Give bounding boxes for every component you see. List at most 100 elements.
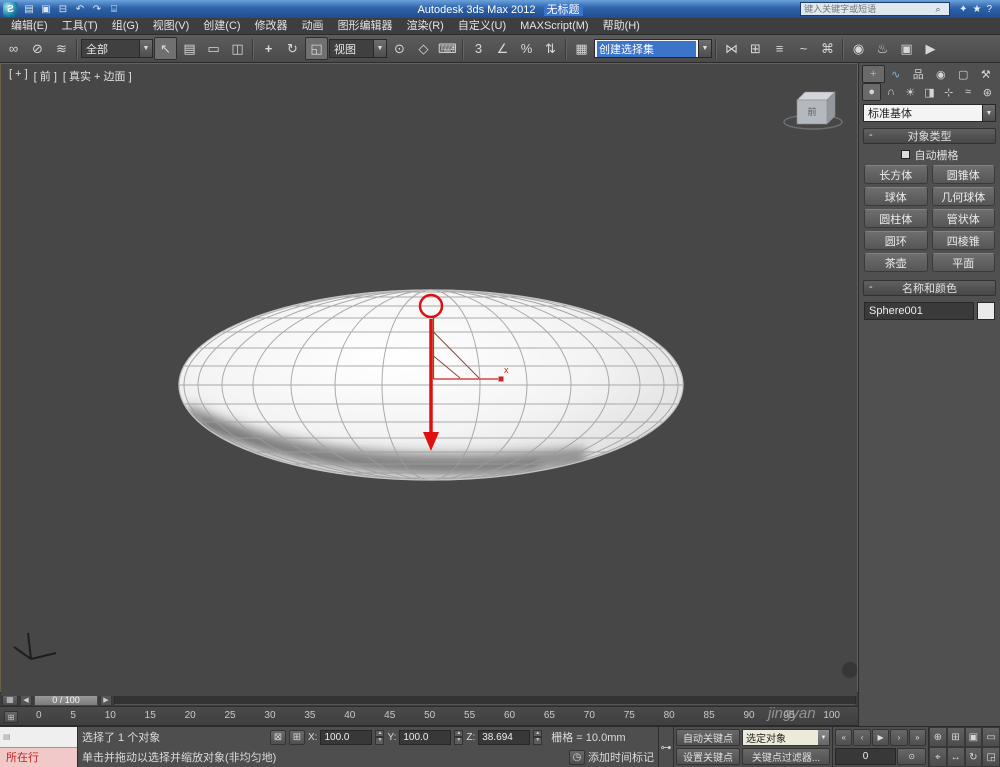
named-selection-set-dropdown[interactable]: 创建选择集 ▼ [594,39,712,58]
tab-motion-icon[interactable]: ◉ [930,65,953,83]
mirror-icon[interactable]: ⋈ [720,37,743,60]
new-scene-icon[interactable]: ▤ [22,4,36,15]
menu-animation[interactable]: 动画 [295,18,331,34]
mini-listener-script-row[interactable]: 所在行 [0,748,77,767]
track-bar-filter-icon[interactable]: ⊞ [4,711,18,723]
torus-button[interactable]: 圆环 [864,231,928,250]
percent-snap-icon[interactable]: % [515,37,538,60]
menu-customize[interactable]: 自定义(U) [451,18,513,34]
orbit-icon[interactable]: ↻ [965,747,983,767]
communication-center-icon[interactable]: ✦ [959,4,967,15]
zoom-icon[interactable]: ⊕ [929,727,947,747]
edit-named-selection-sets-icon[interactable]: ▦ [570,37,593,60]
y-coord-field[interactable]: 100.0 [399,730,451,745]
zoom-all-icon[interactable]: ⊞ [947,727,965,747]
select-and-move-icon[interactable]: + [257,37,280,60]
menu-views[interactable]: 视图(V) [146,18,197,34]
window-crossing-icon[interactable]: ◫ [226,37,249,60]
geosphere-button[interactable]: 几何球体 [932,187,996,206]
select-and-manipulate-icon[interactable]: ◇ [412,37,435,60]
key-filters-button[interactable]: 关键点过滤器... [742,748,830,765]
chevron-down-icon[interactable]: ▼ [139,40,152,57]
tab-create-icon[interactable]: + [862,65,885,83]
angle-snap-icon[interactable]: ∠ [491,37,514,60]
menu-maxscript[interactable]: MAXScript(M) [513,18,595,34]
unlink-selection-icon[interactable]: ⊘ [26,37,49,60]
tab-utilities-icon[interactable]: ⚒ [975,65,998,83]
tab-hierarchy-icon[interactable]: 品 [907,65,930,83]
select-and-scale-icon[interactable]: ◱ [305,37,328,60]
app-logo-icon[interactable]: Ƨ [3,2,18,17]
pan-icon[interactable]: ↔ [947,747,965,767]
current-frame-field[interactable]: 0 [835,748,896,765]
time-slider-track[interactable] [114,695,856,705]
tab-modify-icon[interactable]: ∿ [885,65,908,83]
viewport-canvas[interactable]: x 前 [1,64,857,696]
open-file-icon[interactable]: ▣ [39,4,53,15]
render-setup-icon[interactable]: ♨ [871,37,894,60]
menu-rendering[interactable]: 渲染(R) [400,18,451,34]
zoom-region-icon[interactable]: ▭ [982,727,1000,747]
shapes-icon[interactable]: ∩ [881,83,900,101]
material-editor-icon[interactable]: ◉ [847,37,870,60]
align-icon[interactable]: ⊞ [744,37,767,60]
select-and-rotate-icon[interactable]: ↻ [281,37,304,60]
track-bar[interactable]: ⊞ 05 1015 2025 3035 4045 5055 6065 7075 … [0,706,858,726]
selection-region-icon[interactable]: ▭ [202,37,225,60]
menu-tools[interactable]: 工具(T) [55,18,105,34]
favorites-icon[interactable]: ★ [972,4,981,15]
zoom-extents-icon[interactable]: ▣ [965,727,983,747]
helpers-icon[interactable]: ⊹ [939,83,958,101]
reference-coordinate-dropdown[interactable]: 视图 ▼ [329,39,387,58]
mini-listener-macro-row[interactable]: ▤ [0,727,77,748]
geometry-icon[interactable]: ● [862,83,881,101]
menu-graph-editors[interactable]: 图形编辑器 [331,18,400,34]
selection-lock-icon[interactable]: ⊠ [270,730,286,745]
absolute-mode-icon[interactable]: ⊞ [289,730,305,745]
x-spinner[interactable]: ▲▼ [375,730,384,745]
autogrid-checkbox[interactable] [901,150,910,159]
set-key-button[interactable]: 设置关键点 [676,748,740,765]
front-viewport[interactable]: x 前 [0,63,858,692]
layer-manager-icon[interactable]: ≡ [768,37,791,60]
render-production-icon[interactable]: ▶ [919,37,942,60]
space-warps-icon[interactable]: ≈ [958,83,977,101]
snaps-toggle-icon[interactable]: 3 [467,37,490,60]
spinner-snap-icon[interactable]: ⇅ [539,37,562,60]
menu-modifiers[interactable]: 修改器 [248,18,295,34]
field-of-view-icon[interactable]: ⌖ [929,747,947,767]
pyramid-button[interactable]: 四棱锥 [932,231,996,250]
box-button[interactable]: 长方体 [864,165,928,184]
viewport-menu-shading[interactable]: [ 真实 + 边面 ] [63,68,132,84]
tube-button[interactable]: 管状体 [932,209,996,228]
search-input[interactable] [801,4,931,14]
cone-button[interactable]: 圆锥体 [932,165,996,184]
use-pivot-center-icon[interactable]: ⊙ [388,37,411,60]
tab-display-icon[interactable]: ▢ [952,65,975,83]
object-type-rollout-header[interactable]: - 对象类型 [863,128,996,144]
chevron-down-icon[interactable]: ▼ [982,105,995,121]
menu-group[interactable]: 组(G) [105,18,146,34]
search-icon[interactable]: ⌕ [931,4,945,15]
maxscript-mini-listener[interactable]: ▤ 所在行 [0,727,78,767]
project-folder-icon[interactable]: ⌸ [107,4,121,15]
chevron-down-icon[interactable]: ▼ [698,40,711,57]
z-coord-field[interactable]: 38.694 [478,730,530,745]
menu-help[interactable]: 帮助(H) [596,18,647,34]
object-color-swatch[interactable] [977,302,995,320]
selected-mode-dropdown[interactable]: 选定对象 ▼ [742,729,830,746]
selection-filter-dropdown[interactable]: 全部 ▼ [81,39,153,58]
play-icon[interactable]: ▶ [872,729,889,746]
undo-icon[interactable]: ↶ [73,4,87,15]
go-to-start-icon[interactable]: « [835,729,852,746]
systems-icon[interactable]: ⊛ [978,83,997,101]
clock-icon[interactable]: ◷ [569,750,585,765]
redo-icon[interactable]: ↷ [90,4,104,15]
help-icon[interactable]: ? [986,4,992,15]
name-color-rollout-header[interactable]: - 名称和颜色 [863,280,996,296]
chevron-down-icon[interactable]: ▼ [818,730,829,745]
y-spinner[interactable]: ▲▼ [454,730,463,745]
cylinder-button[interactable]: 圆柱体 [864,209,928,228]
curve-editor-icon[interactable]: ~ [792,37,815,60]
object-name-field[interactable]: Sphere001 [864,302,974,320]
